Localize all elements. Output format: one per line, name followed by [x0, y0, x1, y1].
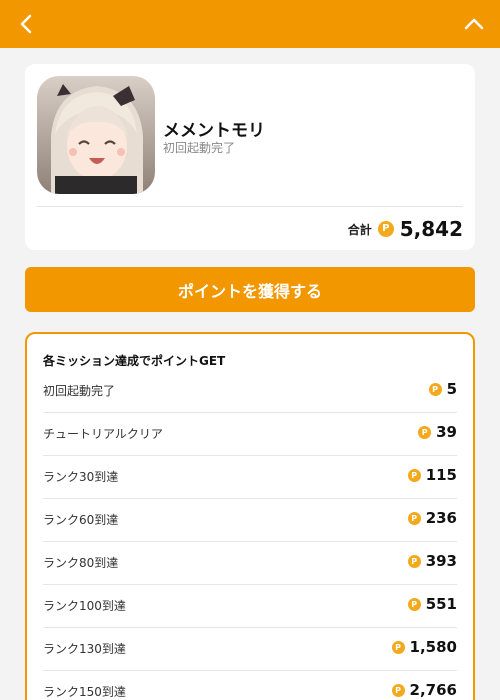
mission-points: 39: [436, 423, 457, 441]
mission-item: ランク100到達 P 551: [43, 585, 457, 628]
back-button[interactable]: [12, 10, 40, 38]
total-points: 合計 P 5,842: [348, 214, 463, 244]
point-coin-icon: P: [391, 683, 405, 697]
mission-item: ランク30到達 P 115: [43, 456, 457, 499]
total-value: 5,842: [399, 217, 463, 241]
mission-name: ランク150到達: [43, 685, 126, 699]
mission-item: チュートリアルクリア P 39: [43, 413, 457, 456]
mission-name: ランク80到達: [43, 556, 119, 570]
mission-item: 初回起動完了 P5: [43, 370, 457, 413]
point-coin-icon: P: [377, 221, 394, 237]
missions-card: 各ミッション達成でポイントGET 初回起動完了 P5 チュートリアルクリア P3…: [25, 332, 475, 700]
mission-points: 5: [446, 380, 457, 398]
get-points-button[interactable]: ポイントを獲得する: [25, 267, 475, 312]
chevron-up-icon: [464, 18, 484, 30]
app-icon: [37, 76, 155, 194]
mission-item: ランク80到達 P 393: [43, 542, 457, 585]
app-name: メメントモリ: [163, 121, 265, 141]
mission-points: 1,580: [409, 638, 457, 656]
top-bar: [0, 0, 500, 48]
mission-points: 551: [425, 595, 457, 613]
app-card: メメントモリ 初回起動完了 合計 P 5,842: [25, 64, 475, 250]
app-status: 初回起動完了: [163, 141, 236, 155]
total-label: 合計: [347, 222, 372, 237]
mission-points: 2,766: [409, 681, 457, 699]
point-coin-icon: P: [418, 425, 432, 439]
point-coin-icon: P: [407, 468, 421, 482]
mission-list: 初回起動完了 P5 チュートリアルクリア P 39 ランク30到達 P 115 ラン…: [43, 370, 457, 700]
mission-name: チュートリアルクリア: [43, 427, 163, 441]
mission-item: ランク60到達 P 236: [43, 499, 457, 542]
mission-name: 初回起動完了: [43, 384, 116, 398]
mission-name: ランク30到達: [43, 470, 119, 484]
point-coin-icon: P: [407, 511, 421, 525]
mission-item: ランク130到達 P 1,580: [43, 628, 457, 671]
missions-title: 各ミッション達成でポイントGET: [43, 354, 226, 368]
mission-points: 393: [425, 552, 457, 570]
mission-name: ランク130到達: [43, 642, 126, 656]
mission-points: 115: [425, 466, 457, 484]
chevron-left-icon: [20, 14, 32, 34]
mission-item: ランク150到達 P 2,766: [43, 671, 457, 700]
point-coin-icon: P: [407, 597, 421, 611]
mission-name: ランク60到達: [43, 513, 119, 527]
point-coin-icon: P: [391, 640, 405, 654]
mission-points: 236: [425, 509, 457, 527]
mission-name: ランク100到達: [43, 599, 126, 613]
point-coin-icon: P: [428, 382, 442, 396]
collapse-button[interactable]: [460, 10, 488, 38]
point-coin-icon: P: [407, 554, 421, 568]
divider: [37, 206, 463, 207]
